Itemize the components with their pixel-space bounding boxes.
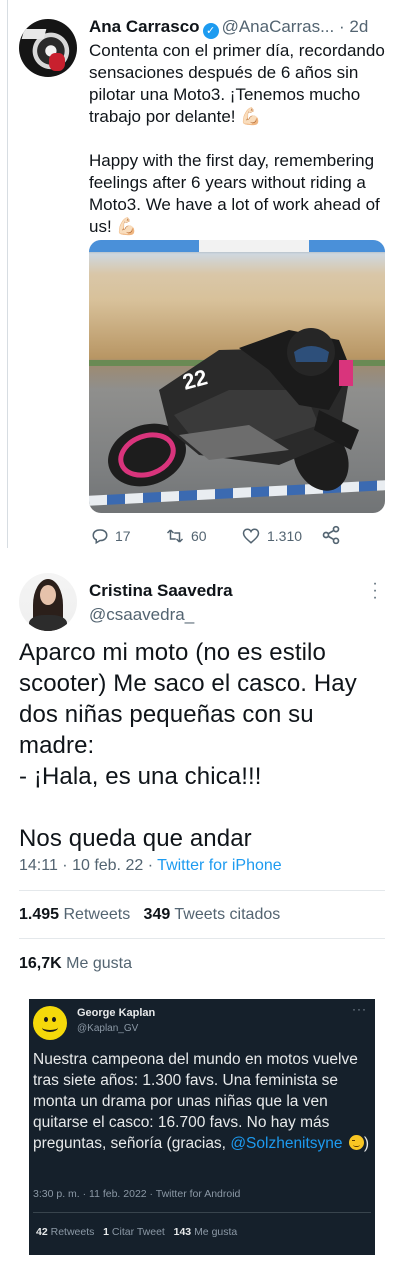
avatar-detail: [49, 53, 65, 71]
display-name[interactable]: Ana Carrasco: [89, 17, 200, 36]
retweet-button[interactable]: 60: [165, 523, 207, 549]
avatar[interactable]: [19, 19, 77, 77]
retweets-count: 1.495: [19, 906, 60, 923]
tweet-text-end: ): [363, 1135, 370, 1152]
quotes-stat[interactable]: 1 Citar Tweet: [103, 1226, 165, 1238]
user-handle[interactable]: @Kaplan_GV: [77, 1023, 138, 1034]
like-count: 1.310: [267, 528, 303, 544]
tweet-text: Aparco mi moto (no es estilo scooter) Me…: [19, 639, 357, 852]
avatar-detail: [52, 1017, 56, 1022]
display-name[interactable]: George Kaplan: [77, 1007, 155, 1019]
thread-line: [7, 0, 8, 548]
quotes-count: 349: [143, 906, 171, 923]
winking-face-icon: [348, 1135, 364, 1150]
tweet-ana-carrasco[interactable]: Ana Carrasco ✓ @AnaCarras... · 2d Contenta…: [0, 0, 400, 553]
timestamp[interactable]: 14:11 · 10 feb. 22 ·: [19, 857, 157, 874]
retweet-icon: [166, 529, 184, 543]
avatar-detail: [40, 585, 56, 605]
display-name[interactable]: Cristina Saavedra: [89, 581, 233, 601]
avatar-detail: [29, 615, 67, 631]
user-handle[interactable]: @csaavedra_: [89, 605, 194, 625]
avatar-detail: [44, 1017, 48, 1022]
tweet-stats: 42 Retweets 1 Citar Tweet 143 Me gusta: [36, 1226, 237, 1238]
likes-stat[interactable]: 143 Me gusta: [174, 1226, 238, 1238]
tweet-actions: 17 60 1.310: [89, 523, 389, 549]
retweets-stat[interactable]: 42 Retweets: [36, 1226, 94, 1238]
reply-count: 17: [115, 528, 131, 544]
divider: [19, 890, 385, 891]
client-link[interactable]: Twitter for iPhone: [157, 857, 282, 874]
avatar[interactable]: [19, 573, 77, 631]
verified-badge-icon: ✓: [202, 23, 219, 39]
likes-stat[interactable]: 16,7K Me gusta: [19, 955, 132, 973]
reply-icon: [92, 529, 108, 545]
reply-button[interactable]: 17: [91, 523, 131, 549]
motorcycle-illustration: 22: [108, 328, 359, 491]
likes-label: Me gusta: [194, 1226, 238, 1238]
divider: [33, 1212, 371, 1213]
mention-link[interactable]: @Solzhenitsyne: [230, 1135, 342, 1152]
tweet-george-kaplan[interactable]: George Kaplan @Kaplan_GV ··· Nuestra cam…: [29, 999, 375, 1255]
tweet-cristina-saavedra[interactable]: Cristina Saavedra @csaavedra_ · · · Apar…: [0, 560, 400, 990]
retweets-label: Retweets: [63, 906, 131, 923]
likes-count: 143: [173, 1226, 192, 1238]
retweets-count: 42: [36, 1226, 48, 1238]
tweet-header: Ana Carrasco ✓ @AnaCarras... · 2d: [89, 16, 389, 40]
tweet-meta[interactable]: 3:30 p. m. · 11 feb. 2022 · Twitter for …: [33, 1188, 240, 1200]
tweet-text: Contenta con el primer día, recordando s…: [89, 40, 389, 238]
quotes-label: Citar Tweet: [111, 1226, 165, 1238]
retweets-stat[interactable]: 1.495 Retweets: [19, 906, 130, 923]
share-icon: [322, 525, 340, 545]
like-icon: [242, 528, 260, 544]
quotes-count: 1: [103, 1226, 109, 1238]
share-button[interactable]: [321, 523, 347, 549]
tweet-stats: 1.495 Retweets 349 Tweets citados: [19, 906, 280, 924]
divider: [19, 938, 385, 939]
retweet-count: 60: [191, 528, 207, 544]
more-options-icon[interactable]: ···: [352, 1002, 367, 1016]
avatar-detail: [42, 1023, 58, 1032]
avatar-detail: [21, 29, 47, 39]
likes-label: Me gusta: [66, 955, 132, 972]
tweet-text-en: Happy with the first day, remembering fe…: [89, 151, 380, 236]
like-button[interactable]: 1.310: [241, 523, 302, 549]
retweets-label: Retweets: [50, 1226, 95, 1238]
tweet-photo[interactable]: 22: [89, 240, 385, 513]
tweet-meta: 14:11 · 10 feb. 22 · Twitter for iPhone: [19, 857, 282, 875]
quotes-label: Tweets citados: [174, 906, 281, 923]
quotes-stat[interactable]: 349 Tweets citados: [144, 906, 281, 923]
tweet-text: Nuestra campeona del mundo en motos vuel…: [33, 1049, 373, 1154]
timestamp[interactable]: 2d: [349, 17, 368, 36]
tweet-text-es: Contenta con el primer día, recordando s…: [89, 41, 385, 126]
user-handle[interactable]: @AnaCarras...: [222, 17, 335, 36]
smiley-avatar-icon[interactable]: [33, 1006, 67, 1040]
more-options-icon[interactable]: · · ·: [372, 576, 378, 606]
separator-dot: ·: [338, 17, 345, 36]
likes-count: 16,7K: [19, 955, 62, 972]
